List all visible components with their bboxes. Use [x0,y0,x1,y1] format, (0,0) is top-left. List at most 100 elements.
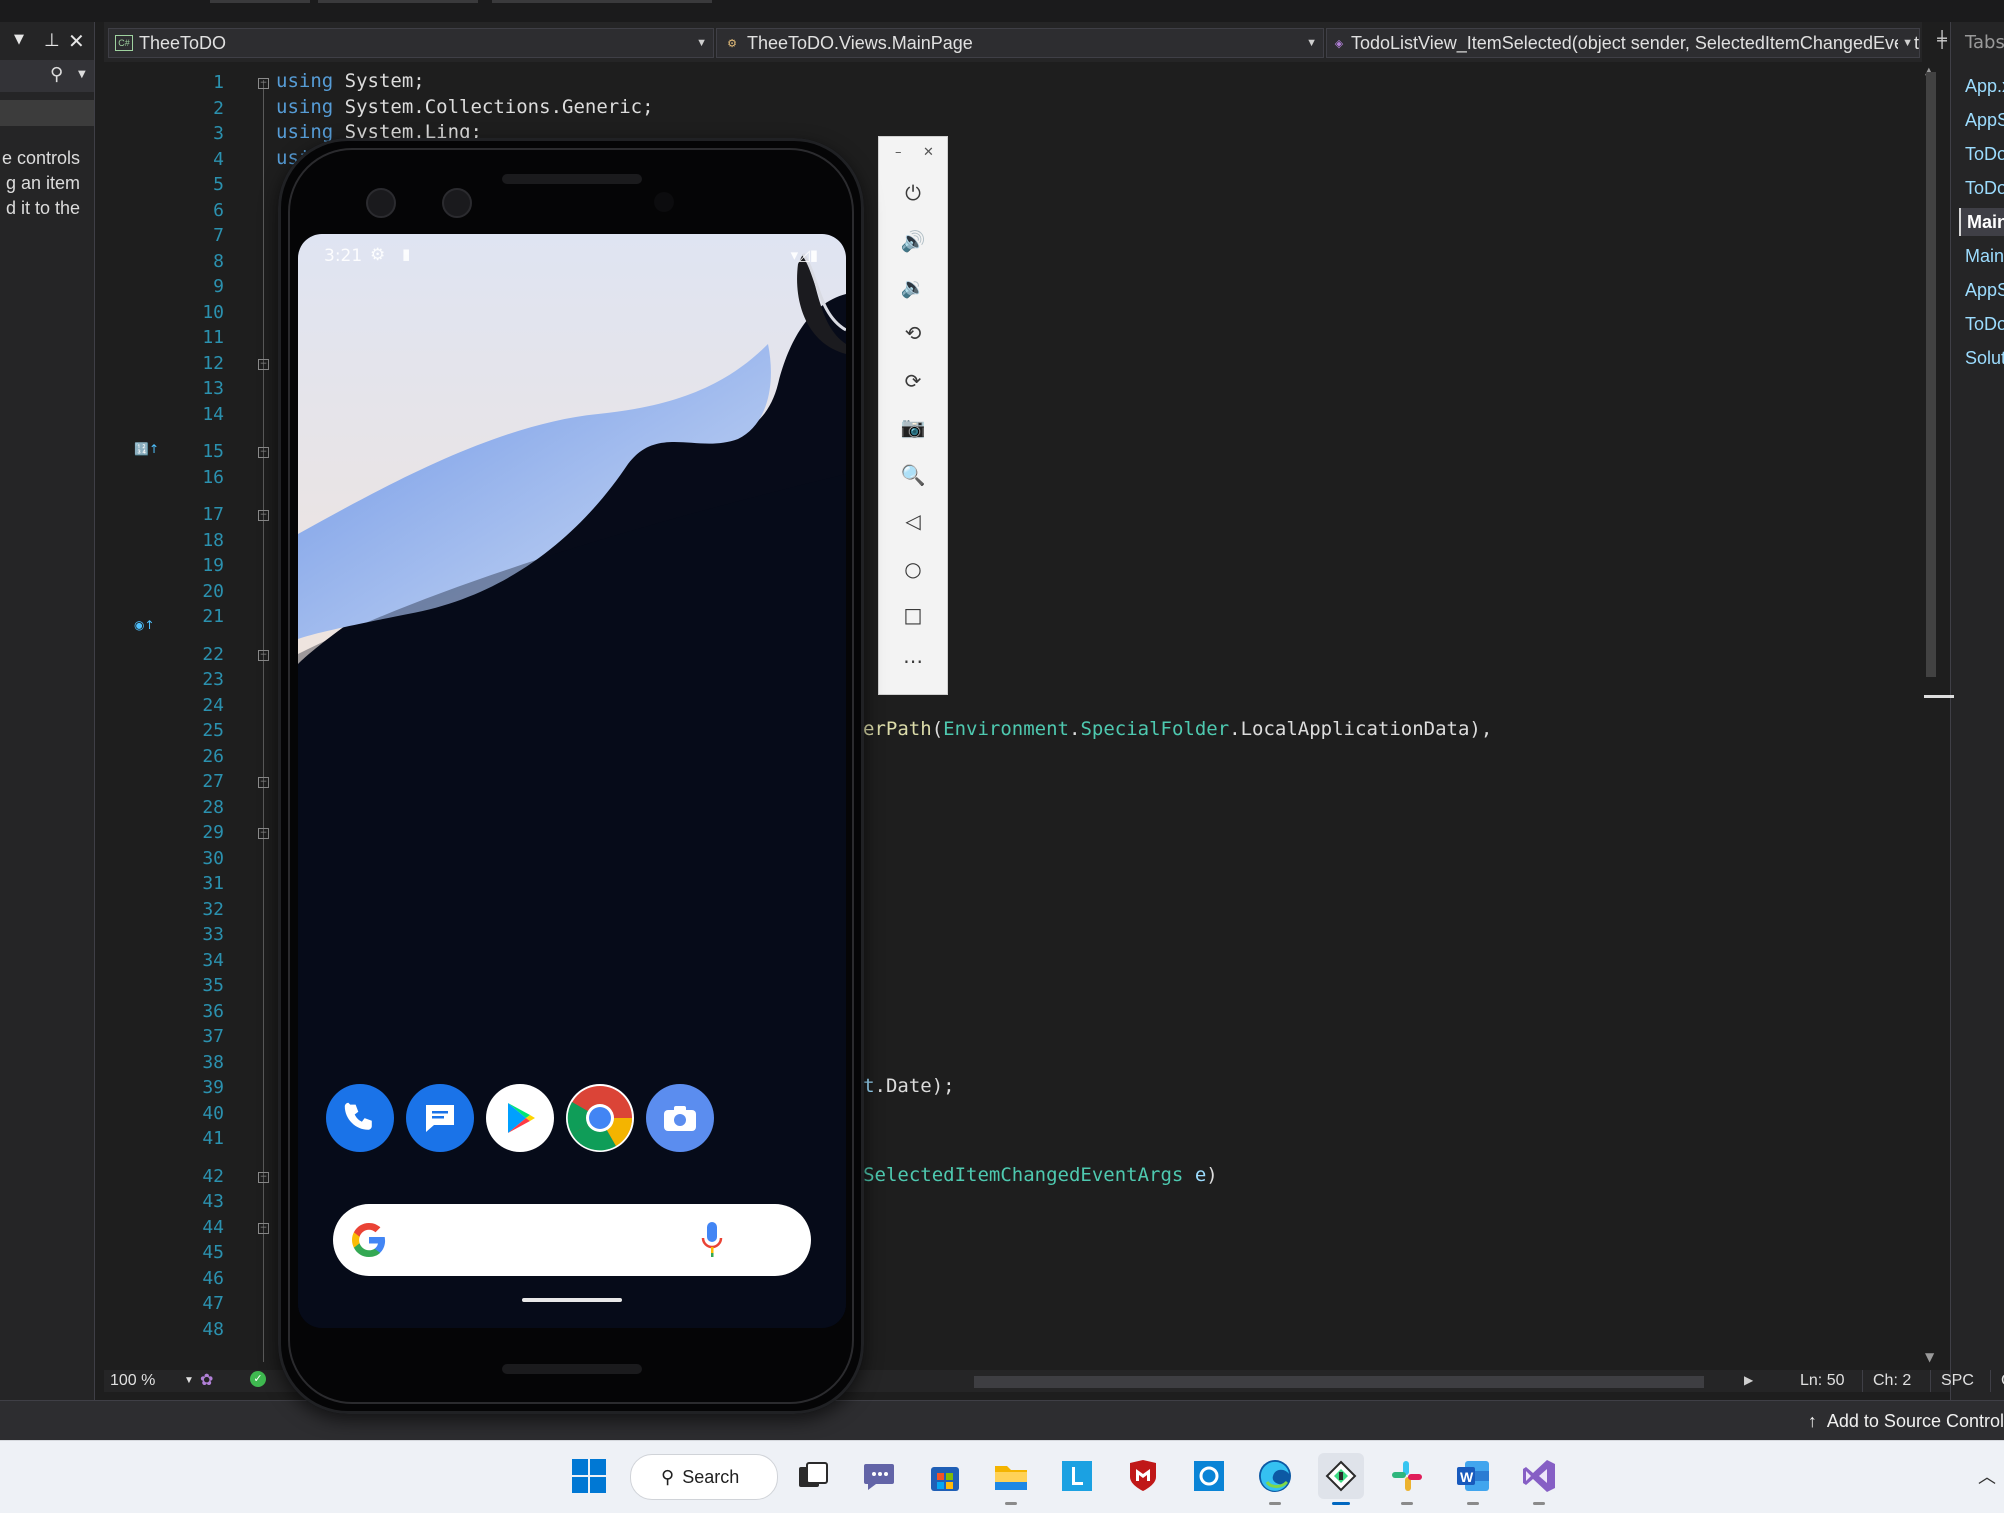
tab-item[interactable]: Main [1959,242,2004,270]
overview-icon[interactable]: □ [893,597,933,633]
type-dropdown[interactable]: ⚙ TheeToDO.Views.MainPage ▼ [716,28,1324,58]
camera-app-icon[interactable] [646,1084,714,1152]
earpiece [502,174,642,184]
microsoft-store-icon[interactable] [922,1453,968,1499]
tab-item[interactable]: ToDo [1959,140,2004,168]
android-emulator-window[interactable]: 3:21 ⚙ ▮ ▾◿▮ [278,138,864,1414]
close-icon[interactable]: ✕ [923,145,934,160]
vertical-scrollbar[interactable]: ▲ ▼ [1924,62,1954,1370]
rotate-left-icon[interactable]: ⟲ [893,315,933,351]
split-editor-icon[interactable]: ╪ [1934,30,1950,54]
scrollbar-thumb[interactable] [1926,72,1936,677]
line-number: 47 [202,1293,224,1314]
more-icon[interactable]: ⋯ [893,643,933,679]
power-icon[interactable]: ⏻ [893,175,933,211]
member-dropdown[interactable]: ◈ TodoListView_ItemSelected(object sende… [1326,28,1920,58]
volume-up-icon[interactable]: 🔊 [893,223,933,259]
scroll-down-icon[interactable]: ▼ [1925,1350,1934,1364]
no-issues-icon[interactable]: ✓ [250,1371,266,1387]
line-number: 33 [202,924,224,945]
collapse-toggle-icon[interactable]: − [258,1222,269,1234]
project-dropdown[interactable]: C# TheeToDO ▼ [108,28,714,58]
volume-down-icon[interactable]: 🔉 [893,269,933,305]
codelens-icon[interactable]: 🔢↑ [134,442,159,460]
windows-start-icon[interactable] [566,1453,612,1499]
lens-app-icon[interactable] [1054,1453,1100,1499]
play-store-icon[interactable] [486,1084,554,1152]
spacing-indicator[interactable]: SPC [1930,1370,1984,1392]
horizontal-scrollbar[interactable] [974,1376,1704,1388]
cortana-icon[interactable] [1186,1453,1232,1499]
visual-studio-icon[interactable] [1516,1453,1562,1505]
task-view-icon[interactable] [790,1453,836,1499]
taskbar-search-box[interactable]: ⚲ Search [630,1454,778,1500]
collapse-toggle-icon[interactable]: − [258,649,269,661]
messages-app-icon[interactable] [406,1084,474,1152]
teams-chat-icon[interactable] [856,1453,902,1499]
android-emulator-icon[interactable] [1318,1453,1364,1505]
collapse-toggle-icon[interactable]: − [258,510,269,521]
toolbox-search-input[interactable]: ⚲ ▼ [0,60,94,92]
search-icon[interactable]: ⚲ [50,64,63,85]
zoom-level[interactable]: 100 % [110,1372,155,1390]
line-number: 48 [202,1318,224,1340]
zoom-icon[interactable]: 🔍 [893,457,933,493]
tab-item-active[interactable]: Main [1959,208,2004,236]
tab-item[interactable]: AppS [1959,106,2004,134]
project-name: TheeToDO [139,32,227,53]
phone-app-icon[interactable] [326,1084,394,1152]
line-number: 9 [213,276,224,297]
mcafee-icon[interactable] [1120,1453,1166,1499]
line-number: 37 [202,1026,224,1047]
line-number: 29 [202,822,224,843]
tab-item[interactable]: AppS [1959,276,2004,304]
edge-icon[interactable] [1252,1453,1298,1505]
home-icon[interactable]: ○ [893,551,933,587]
collapse-toggle-icon[interactable]: − [258,1171,269,1183]
line-number: 38 [202,1051,224,1073]
word-icon[interactable]: W [1450,1453,1496,1505]
slack-icon[interactable] [1384,1453,1430,1505]
pin-icon[interactable]: ⊥ [44,30,60,51]
google-search-bar[interactable] [333,1204,811,1276]
back-icon[interactable]: ◁ [893,503,933,539]
file-explorer-icon[interactable] [988,1453,1034,1505]
chevron-down-icon[interactable]: ▼ [14,32,24,47]
minimize-icon[interactable]: – [895,145,902,160]
intellicode-icon[interactable]: ✿ [200,1370,213,1390]
add-to-source-control-button[interactable]: ↑ Add to Source Control [1808,1411,2004,1432]
microphone-icon[interactable] [699,1220,725,1260]
tab-item[interactable]: ToDo [1959,174,2004,202]
collapse-toggle-icon[interactable]: − [258,78,269,89]
line-ending-indicator[interactable]: CRLF [1990,1370,2004,1392]
tab-item[interactable]: App.x [1959,72,2004,100]
screenshot-icon[interactable]: 📷 [893,409,933,445]
toolbox-filter [0,100,94,126]
chevron-down-icon: ▼ [696,37,707,49]
char-indicator[interactable]: Ch: 2 [1862,1370,1921,1392]
line-number: 44 [202,1216,224,1238]
phone-screen[interactable]: 3:21 ⚙ ▮ ▾◿▮ [298,234,846,1328]
collapse-toggle-icon[interactable]: − [258,358,269,370]
collapse-toggle-icon[interactable]: − [258,777,269,788]
chrome-icon[interactable] [566,1084,634,1152]
line-indicator[interactable]: Ln: 50 [1790,1370,1854,1392]
chevron-down-icon: ▼ [1898,37,1913,49]
chevron-down-icon[interactable]: ▼ [184,1375,194,1386]
line-number: 4 [213,148,224,170]
running-indicator [1467,1502,1479,1505]
chevron-up-icon[interactable]: ︿ [1978,1463,1996,1489]
scroll-right-icon[interactable]: ▶ [1744,1373,1753,1387]
line-number: 39 [202,1077,224,1098]
line-number: 23 [202,669,224,690]
tab-item[interactable]: ToDo [1959,310,2004,338]
chevron-down-icon[interactable]: ▼ [78,69,86,80]
gesture-nav-handle[interactable] [522,1298,622,1302]
codelens-icon[interactable]: ◉↑ [134,618,156,636]
close-icon[interactable]: ✕ [68,29,85,53]
rotate-right-icon[interactable]: ⟳ [893,363,933,399]
line-number: 26 [202,745,224,767]
collapse-toggle-icon[interactable]: − [258,828,269,839]
collapse-toggle-icon[interactable]: − [258,447,269,458]
tab-item[interactable]: Solut [1959,344,2004,372]
